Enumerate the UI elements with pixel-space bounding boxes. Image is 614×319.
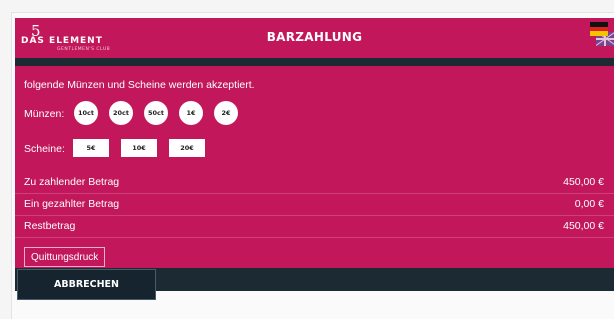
summary-value: 450,00 € [563, 176, 604, 188]
note-button[interactable]: 20€ [169, 139, 205, 157]
page-title: BARZAHLUNG [266, 30, 363, 44]
summary-row: Restbetrag 450,00 € [15, 216, 614, 238]
summary-row: Ein gezahlter Betrag 0,00 € [15, 194, 614, 216]
language-switch[interactable] [586, 20, 614, 52]
intro-text: folgende Münzen und Scheine werden akzep… [24, 79, 255, 91]
receipt-print-button[interactable]: Quittungsdruck [24, 247, 106, 267]
logo-sub: GENTLEMEN'S CLUB [57, 47, 111, 52]
summary-row: Zu zahlender Betrag 450,00 € [15, 172, 614, 194]
coins-label: Münzen: [24, 108, 65, 120]
coin-button[interactable]: 10ct [74, 101, 98, 125]
summary-value: 0,00 € [574, 198, 604, 210]
note-button[interactable]: 5€ [73, 139, 109, 157]
summary-label: Restbetrag [24, 220, 76, 232]
summary-label: Zu zahlender Betrag [24, 176, 120, 188]
coin-button[interactable]: 1€ [179, 101, 203, 125]
payment-panel: folgende Münzen und Scheine werden akzep… [15, 66, 614, 268]
summary-label: Ein gezahlter Betrag [24, 198, 120, 210]
cancel-button[interactable]: ABBRECHEN [17, 269, 156, 300]
note-button[interactable]: 10€ [121, 139, 157, 157]
header-bar: 5 DAS ELEMENT GENTLEMEN'S CLUB BARZAHLUN… [15, 18, 614, 58]
de-flag-icon[interactable] [590, 22, 608, 36]
coin-button[interactable]: 2€ [214, 101, 238, 125]
coin-button[interactable]: 20ct [109, 101, 133, 125]
header-divider [15, 58, 614, 66]
summary-value: 450,00 € [563, 220, 604, 232]
coin-button[interactable]: 50ct [144, 101, 168, 125]
notes-label: Scheine: [24, 143, 65, 155]
